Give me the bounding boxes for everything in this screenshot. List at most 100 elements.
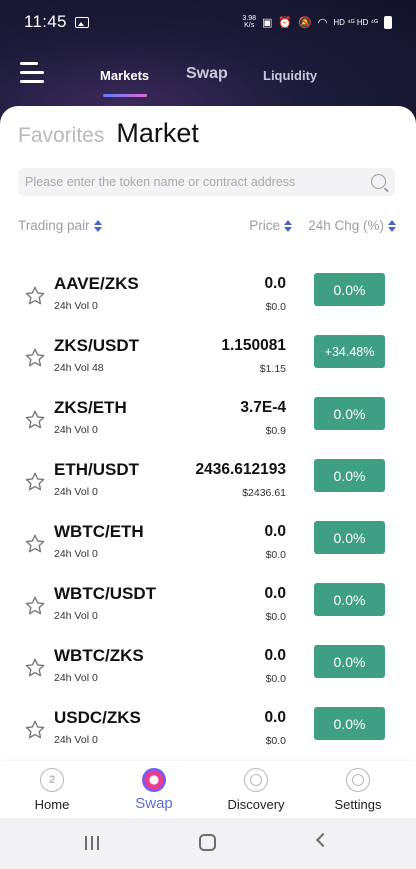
tab-markets[interactable]: Markets xyxy=(100,68,149,83)
pair-price: 0.0 xyxy=(264,585,286,602)
alarm-icon: ⏰ xyxy=(278,16,293,29)
table-row[interactable]: AAVE/ZKS 24h Vol 0 0.0 $0.0 0.0% xyxy=(0,267,416,329)
pair-price: 0.0 xyxy=(264,647,286,664)
network-speed-unit: K/s xyxy=(244,22,255,29)
market-panel: Favorites Market Please enter the token … xyxy=(0,106,416,761)
pair-usd-price: $0.0 xyxy=(265,735,286,747)
pair-usd-price: $0.0 xyxy=(265,549,286,561)
wifi-icon: ◠ xyxy=(317,16,328,29)
page-title-row: Favorites Market xyxy=(18,118,199,149)
pair-volume: 24h Vol 0 xyxy=(54,486,98,498)
battery-icon xyxy=(384,15,392,29)
search-input[interactable]: Please enter the token name or contract … xyxy=(18,168,395,196)
bottom-nav-swap[interactable]: Swap xyxy=(109,761,199,818)
pair-volume: 24h Vol 0 xyxy=(54,424,98,436)
pair-name: AAVE/ZKS xyxy=(54,274,139,293)
menu-icon[interactable] xyxy=(20,62,44,84)
network-speed: 3.98 K/s xyxy=(242,15,256,29)
bottom-nav-discovery[interactable]: Discovery xyxy=(211,761,301,818)
signal-labels: HD ⁴ᴳ HD ⁴ᴳ xyxy=(333,17,378,27)
pair-usd-price: $0.9 xyxy=(265,425,286,437)
sort-icon xyxy=(388,219,396,232)
star-icon[interactable] xyxy=(24,719,46,741)
bottom-nav: 2 Home Swap Discovery Settings xyxy=(0,761,416,818)
star-icon[interactable] xyxy=(24,285,46,307)
discovery-icon xyxy=(244,768,268,792)
pair-name: WBTC/ZKS xyxy=(54,646,144,665)
column-header-change-label: 24h Chg (%) xyxy=(308,218,384,233)
table-row[interactable]: ZKS/USDT 24h Vol 48 1.150081 $1.15 +34.4… xyxy=(0,329,416,391)
column-header-pair[interactable]: Trading pair xyxy=(18,218,102,233)
table-row[interactable]: WBTC/USDT 24h Vol 0 0.0 $0.0 0.0% xyxy=(0,577,416,639)
pair-usd-price: $1.15 xyxy=(259,363,286,375)
back-icon[interactable] xyxy=(315,832,331,848)
column-header-price[interactable]: Price xyxy=(249,218,292,233)
search-placeholder: Please enter the token name or contract … xyxy=(25,175,296,189)
change-badge[interactable]: +34.48% xyxy=(314,335,385,368)
market-tab[interactable]: Market xyxy=(116,118,199,149)
star-icon[interactable] xyxy=(24,471,46,493)
sort-icon xyxy=(93,219,102,232)
bottom-nav-discovery-label: Discovery xyxy=(227,797,285,812)
system-nav-bar xyxy=(0,818,416,869)
tab-swap[interactable]: Swap xyxy=(186,65,228,83)
star-icon[interactable] xyxy=(24,595,46,617)
change-badge[interactable]: 0.0% xyxy=(314,645,385,678)
column-header-price-label: Price xyxy=(249,218,280,233)
change-badge[interactable]: 0.0% xyxy=(314,521,385,554)
change-badge[interactable]: 0.0% xyxy=(314,273,385,306)
status-icons: 3.98 K/s ▣ ⏰ 🔕 ◠ HD ⁴ᴳ HD ⁴ᴳ xyxy=(242,15,392,29)
recent-apps-icon[interactable] xyxy=(85,836,101,850)
pair-name: USDC/ZKS xyxy=(54,708,141,727)
pair-volume: 24h Vol 0 xyxy=(54,548,98,560)
pair-volume: 24h Vol 0 xyxy=(54,734,98,746)
active-tab-indicator xyxy=(103,94,147,97)
pair-volume: 24h Vol 0 xyxy=(54,610,98,622)
status-time: 11:45 xyxy=(24,12,67,31)
star-icon[interactable] xyxy=(24,533,46,555)
column-header-change[interactable]: 24h Chg (%) xyxy=(308,218,396,233)
change-badge[interactable]: 0.0% xyxy=(314,583,385,616)
pair-price: 1.150081 xyxy=(221,337,286,354)
pair-price: 0.0 xyxy=(264,709,286,726)
bottom-nav-home[interactable]: 2 Home xyxy=(7,761,97,818)
star-icon[interactable] xyxy=(24,657,46,679)
table-row[interactable]: ZKS/ETH 24h Vol 0 3.7E-4 $0.9 0.0% xyxy=(0,391,416,453)
pair-usd-price: $0.0 xyxy=(265,301,286,313)
table-row[interactable]: ETH/USDT 24h Vol 0 2436.612193 $2436.61 … xyxy=(0,453,416,515)
home-button-icon[interactable] xyxy=(199,834,216,851)
swap-icon xyxy=(142,768,166,792)
table-row[interactable]: WBTC/ZKS 24h Vol 0 0.0 $0.0 0.0% xyxy=(0,639,416,701)
pair-price: 0.0 xyxy=(264,523,286,540)
home-icon: 2 xyxy=(40,768,64,792)
top-nav: Markets Swap Liquidity xyxy=(0,50,416,100)
pair-usd-price: $2436.61 xyxy=(242,487,286,499)
favorites-tab[interactable]: Favorites xyxy=(18,124,104,148)
star-icon[interactable] xyxy=(24,409,46,431)
search-icon[interactable] xyxy=(371,174,386,189)
pair-name: WBTC/USDT xyxy=(54,584,156,603)
star-icon[interactable] xyxy=(24,347,46,369)
pair-volume: 24h Vol 48 xyxy=(54,362,104,374)
change-badge[interactable]: 0.0% xyxy=(314,459,385,492)
pair-price: 2436.612193 xyxy=(195,461,286,478)
pair-volume: 24h Vol 0 xyxy=(54,672,98,684)
pair-name: ZKS/USDT xyxy=(54,336,139,355)
pair-name: WBTC/ETH xyxy=(54,522,144,541)
bottom-nav-swap-label: Swap xyxy=(135,795,173,812)
tab-liquidity[interactable]: Liquidity xyxy=(263,68,317,83)
table-row[interactable]: WBTC/ETH 24h Vol 0 0.0 $0.0 0.0% xyxy=(0,515,416,577)
gallery-notification-icon xyxy=(74,16,89,28)
mute-icon: 🔕 xyxy=(298,16,312,29)
table-row[interactable]: USDC/ZKS 24h Vol 0 0.0 $0.0 0.0% xyxy=(0,701,416,763)
network-speed-value: 3.98 xyxy=(242,15,256,22)
bottom-nav-settings-label: Settings xyxy=(334,797,382,812)
change-badge[interactable]: 0.0% xyxy=(314,397,385,430)
bottom-nav-settings[interactable]: Settings xyxy=(313,761,403,818)
bottom-nav-home-label: Home xyxy=(34,797,70,812)
change-badge[interactable]: 0.0% xyxy=(314,707,385,740)
column-header-pair-label: Trading pair xyxy=(18,218,90,233)
pair-usd-price: $0.0 xyxy=(265,611,286,623)
pair-usd-price: $0.0 xyxy=(265,673,286,685)
sort-icon xyxy=(284,219,292,232)
